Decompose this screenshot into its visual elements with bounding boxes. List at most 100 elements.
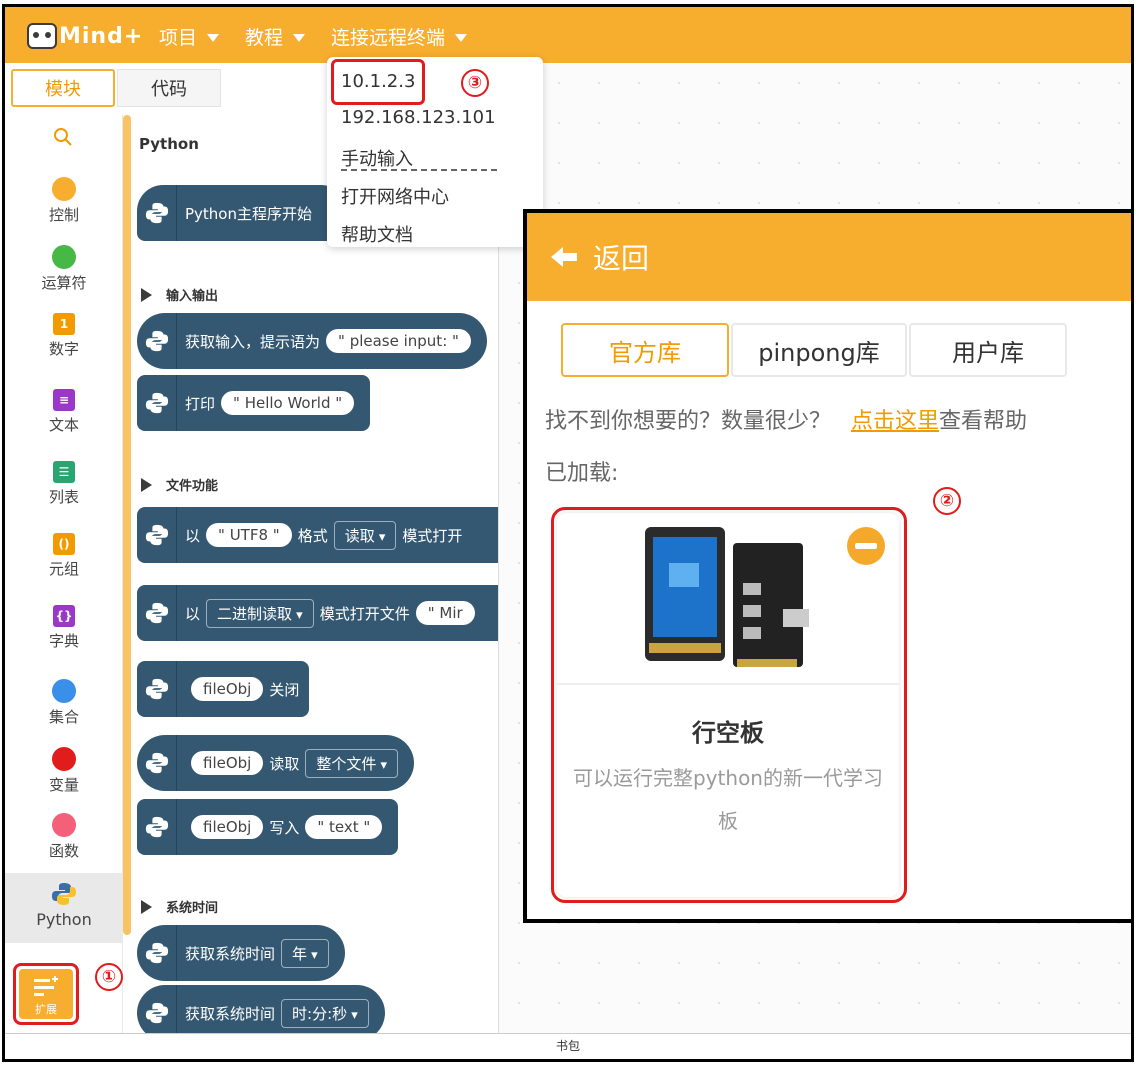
block-text: 获取系统时间	[185, 1004, 276, 1023]
block-close-file[interactable]: fileObj 关闭	[137, 661, 310, 717]
fileobj-field[interactable]: fileObj	[191, 815, 264, 839]
collapse-triangle-icon	[141, 477, 152, 492]
block-print[interactable]: 打印 " Hello World "	[137, 375, 371, 431]
category-python[interactable]: Python	[5, 873, 123, 943]
search-icon[interactable]	[53, 127, 73, 147]
category-function[interactable]: 函数	[5, 813, 123, 861]
block-input[interactable]: 获取输入，提示语为 " please input: "	[137, 313, 487, 369]
tab-blocks[interactable]: 模块	[11, 69, 115, 107]
back-label[interactable]: 返回	[593, 237, 649, 277]
tab-user-library[interactable]: 用户库	[909, 323, 1067, 377]
python-logo-icon	[137, 507, 177, 563]
section-io[interactable]: 输入输出	[141, 285, 218, 304]
dropdown-separator	[341, 169, 497, 171]
top-bar: Mind+ 项目 教程 连接远程终端	[5, 7, 1131, 63]
tab-code[interactable]: 代码	[117, 69, 221, 107]
loaded-label: 已加载:	[545, 461, 619, 486]
menu-project-label: 项目	[159, 27, 198, 49]
category-label: 数字	[48, 340, 79, 358]
category-label: 变量	[48, 776, 79, 794]
block-system-time-hms[interactable]: 获取系统时间 时:分:秒	[137, 985, 385, 1035]
block-text: 获取输入，提示语为	[185, 332, 321, 351]
control-dot-icon	[52, 177, 76, 201]
read-mode-dropdown[interactable]: 整个文件	[305, 748, 399, 778]
category-label: 文本	[48, 416, 79, 434]
category-label: 函数	[48, 842, 79, 860]
category-label: 字典	[48, 632, 79, 650]
block-text: 打印	[185, 394, 216, 413]
filename-field[interactable]: " Mir	[415, 601, 475, 625]
category-control[interactable]: 控制	[5, 177, 123, 225]
block-open-binary[interactable]: 以 二进制读取 模式打开文件 " Mir	[137, 585, 498, 641]
category-text[interactable]: ≡ 文本	[5, 389, 123, 435]
dropdown-item-manual[interactable]: 手动输入	[341, 145, 413, 171]
encoding-field[interactable]: " UTF8 "	[206, 523, 292, 547]
section-file[interactable]: 文件功能	[141, 475, 218, 494]
dropdown-item-ip-2[interactable]: 192.168.123.101	[341, 107, 496, 128]
annotation-badge-3: ③	[461, 69, 489, 97]
dropdown-item-help[interactable]: 帮助文档	[341, 221, 413, 247]
help-link[interactable]: 点击这里	[851, 409, 939, 434]
chip-text: text	[329, 818, 359, 836]
section-label: 系统时间	[166, 901, 219, 916]
chip-text: UTF8	[229, 526, 269, 544]
category-operators[interactable]: 运算符	[5, 245, 123, 293]
dropdown-item-network-center[interactable]: 打开网络中心	[341, 183, 449, 209]
menu-tutorial-label: 教程	[245, 27, 284, 49]
time-format-dropdown[interactable]: 时:分:秒	[281, 998, 369, 1028]
extension-panel: 返回 官方库 pinpong库 用户库 找不到你想要的？数量很少？ 点击这里查看帮…	[523, 209, 1131, 923]
section-label: 文件功能	[166, 479, 219, 494]
block-text: 格式	[297, 526, 328, 545]
category-variable[interactable]: 变量	[5, 747, 123, 795]
category-label: 元组	[48, 560, 79, 578]
block-read-file[interactable]: fileObj 读取 整个文件	[137, 735, 415, 791]
back-arrow-icon[interactable]	[549, 245, 579, 269]
section-time[interactable]: 系统时间	[141, 897, 218, 916]
python-logo-icon	[137, 735, 177, 791]
chevron-down-icon	[207, 34, 220, 42]
mode-dropdown[interactable]: 二进制读取	[206, 598, 314, 628]
tab-pinpong-library[interactable]: pinpong库	[731, 323, 907, 377]
section-label: 输入输出	[166, 289, 219, 304]
fileobj-field[interactable]: fileObj	[191, 751, 264, 775]
python-logo-icon	[137, 375, 177, 431]
category-dict[interactable]: {} 字典	[5, 605, 123, 651]
python-logo-icon	[137, 185, 177, 241]
ext-header: 返回	[527, 213, 1131, 301]
highlight-box-ip	[331, 59, 425, 105]
dict-icon: {}	[53, 605, 75, 627]
palette-scrollbar[interactable]	[123, 115, 131, 935]
block-python-main[interactable]: Python主程序开始	[137, 185, 347, 241]
write-value-field[interactable]: " text "	[305, 815, 383, 839]
block-system-time-year[interactable]: 获取系统时间 年	[137, 925, 345, 981]
fileobj-field[interactable]: fileObj	[191, 677, 264, 701]
mode-dropdown[interactable]: 读取	[333, 520, 397, 550]
category-label: 控制	[48, 206, 79, 224]
category-tuple[interactable]: () 元组	[5, 533, 123, 579]
python-logo-icon	[137, 925, 177, 981]
category-number[interactable]: 1 数字	[5, 313, 123, 359]
chip-text: Mir	[439, 604, 463, 622]
category-sidebar: 控制 运算符 1 数字 ≡ 文本 ☰ 列表 () 元组 {} 字典 集合 变量 …	[5, 115, 123, 1035]
menu-remote-terminal[interactable]: 连接远程终端	[331, 23, 468, 50]
robot-logo-icon	[27, 23, 57, 49]
input-prompt-field[interactable]: " please input: "	[326, 329, 471, 353]
block-open-file[interactable]: 以 " UTF8 " 格式 读取 模式打开	[137, 507, 498, 563]
help-text: 找不到你想要的？数量很少？	[545, 409, 832, 434]
app-logo: Mind+	[27, 21, 143, 51]
backpack-bar[interactable]: 书包	[5, 1033, 1131, 1057]
help-suffix: 查看帮助	[939, 409, 1028, 434]
extension-button[interactable]: 扩展	[13, 963, 79, 1025]
block-write-file[interactable]: fileObj 写入 " text "	[137, 799, 399, 855]
menu-tutorial[interactable]: 教程	[245, 23, 306, 50]
category-label: Python	[36, 910, 92, 929]
python-logo-icon	[52, 883, 76, 905]
block-text: 关闭	[269, 680, 300, 699]
menu-project[interactable]: 项目	[159, 23, 220, 50]
category-set[interactable]: 集合	[5, 679, 123, 727]
time-unit-dropdown[interactable]: 年	[281, 938, 329, 968]
category-list[interactable]: ☰ 列表	[5, 461, 123, 507]
print-value-field[interactable]: " Hello World "	[221, 391, 355, 415]
tab-official-library[interactable]: 官方库	[561, 323, 729, 377]
python-logo-icon	[137, 661, 177, 717]
